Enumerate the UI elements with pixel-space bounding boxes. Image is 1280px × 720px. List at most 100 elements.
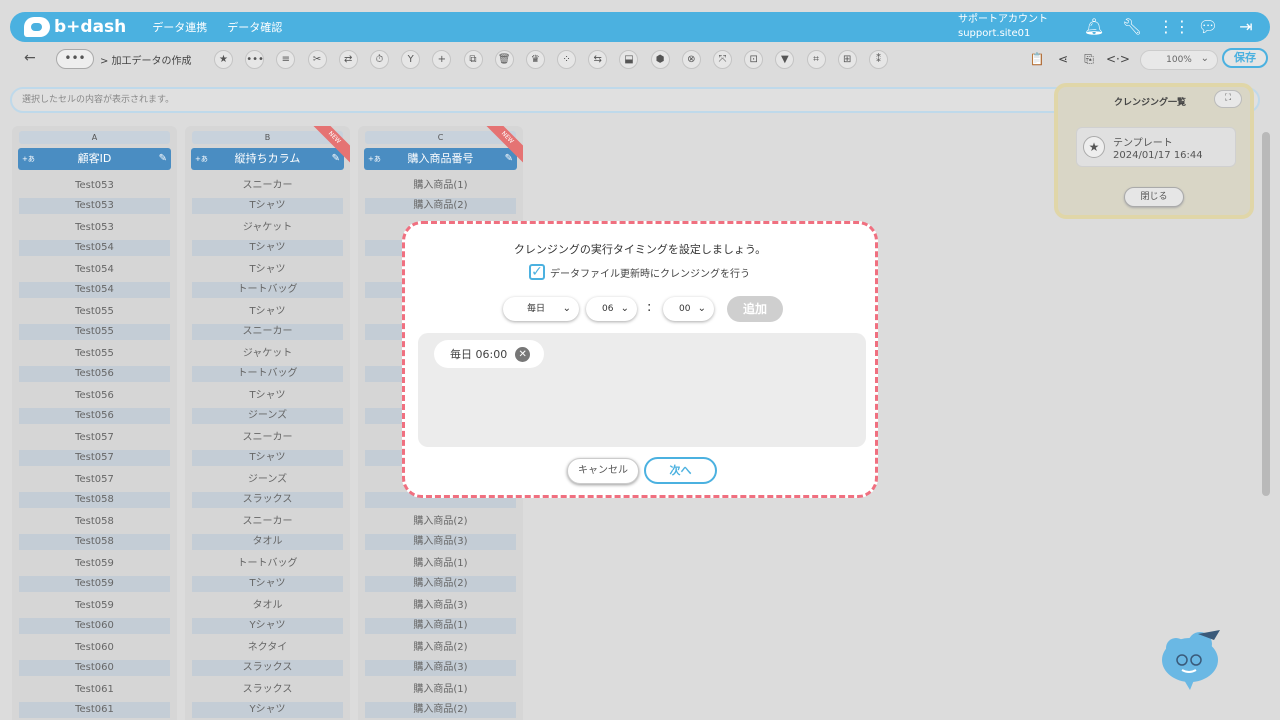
table-cell[interactable]: 購入商品(2): [365, 702, 516, 720]
table-cell[interactable]: Test058: [19, 534, 170, 554]
table-cell[interactable]: Test059: [19, 576, 170, 596]
table-cell[interactable]: ジーンズ: [192, 470, 343, 490]
tool-button-icon[interactable]: ⧉: [463, 50, 483, 69]
table-cell[interactable]: スラックス: [192, 492, 343, 512]
table-cell[interactable]: Yシャツ: [192, 702, 343, 720]
table-cell[interactable]: Test059: [19, 596, 170, 616]
tool-button-icon[interactable]: ⊞: [837, 50, 857, 69]
chat-icon[interactable]: 💬︎: [1196, 15, 1220, 39]
table-cell[interactable]: Test057: [19, 450, 170, 470]
table-cell[interactable]: タオル: [192, 534, 343, 554]
table-cell[interactable]: 購入商品(1): [365, 680, 516, 700]
table-cell[interactable]: Tシャツ: [192, 450, 343, 470]
table-cell[interactable]: 購入商品(3): [365, 660, 516, 680]
table-cell[interactable]: Tシャツ: [192, 576, 343, 596]
bell-icon[interactable]: 🔔︎: [1082, 15, 1106, 39]
table-cell[interactable]: Test058: [19, 492, 170, 512]
tool-button-icon[interactable]: +: [432, 50, 452, 69]
update-trigger-row[interactable]: ✓ データファイル更新時にクレンジングを行う: [529, 264, 750, 280]
tool-button-icon[interactable]: Y: [401, 50, 421, 69]
clipboard-icon[interactable]: 📋: [1028, 50, 1046, 68]
template-card[interactable]: ★ テンプレート 2024/01/17 16:44: [1076, 127, 1236, 167]
table-cell[interactable]: スラックス: [192, 660, 343, 680]
table-cell[interactable]: 購入商品(3): [365, 596, 516, 616]
tool-button-icon[interactable]: ⊗: [681, 50, 701, 69]
account-info[interactable]: サポートアカウント support.site01: [958, 13, 1048, 41]
tool-button-icon[interactable]: 🗑: [494, 50, 514, 69]
tool-button-icon[interactable]: ♛: [525, 50, 545, 69]
next-button[interactable]: 次へ: [644, 457, 717, 484]
tool-button-icon[interactable]: ⁑: [868, 50, 888, 69]
table-cell[interactable]: スラックス: [192, 680, 343, 700]
table-cell[interactable]: Test055: [19, 344, 170, 364]
tool-button-icon[interactable]: ✂: [307, 50, 327, 69]
tool-button-icon[interactable]: ⌗: [806, 50, 826, 69]
table-cell[interactable]: 購入商品(2): [365, 512, 516, 532]
tool-button-icon[interactable]: •••: [245, 50, 265, 69]
table-cell[interactable]: Tシャツ: [192, 302, 343, 322]
share-icon[interactable]: ⋖: [1054, 50, 1072, 68]
table-cell[interactable]: Test054: [19, 282, 170, 302]
mascot-brain-icon[interactable]: [1160, 626, 1226, 690]
tool-button-icon[interactable]: ≡: [276, 50, 296, 69]
tool-button-icon[interactable]: ⁘: [557, 50, 577, 69]
column-header[interactable]: +あ 縦持ちカラム ✎: [191, 148, 344, 170]
more-button[interactable]: •••: [56, 49, 94, 69]
table-cell[interactable]: Tシャツ: [192, 260, 343, 280]
table-cell[interactable]: Test055: [19, 302, 170, 322]
copy-icon[interactable]: ⎘: [1080, 50, 1098, 68]
table-cell[interactable]: ジーンズ: [192, 408, 343, 428]
table-cell[interactable]: ネクタイ: [192, 638, 343, 658]
hour-select[interactable]: 06 ⌄: [586, 297, 637, 321]
frequency-select[interactable]: 毎日 ⌄: [503, 297, 579, 321]
column-header[interactable]: +あ 購入商品番号 ✎: [364, 148, 517, 170]
table-cell[interactable]: Test053: [19, 218, 170, 238]
update-trigger-checkbox[interactable]: ✓: [529, 264, 545, 280]
table-cell[interactable]: トートバッグ: [192, 366, 343, 386]
tool-button-icon[interactable]: ⇄: [338, 50, 358, 69]
table-cell[interactable]: トートバッグ: [192, 554, 343, 574]
table-cell[interactable]: Test059: [19, 554, 170, 574]
table-cell[interactable]: Test053: [19, 198, 170, 218]
table-cell[interactable]: 購入商品(1): [365, 618, 516, 638]
table-cell[interactable]: Test056: [19, 386, 170, 406]
remove-schedule-icon[interactable]: ✕: [515, 346, 531, 362]
table-cell[interactable]: Test056: [19, 408, 170, 428]
tool-button-icon[interactable]: ⤧: [713, 50, 732, 69]
wrench-icon[interactable]: 🔧︎: [1120, 15, 1144, 39]
add-schedule-button[interactable]: 追加: [727, 296, 783, 322]
table-cell[interactable]: 購入商品(2): [365, 198, 516, 218]
table-cell[interactable]: Test054: [19, 260, 170, 280]
table-cell[interactable]: タオル: [192, 596, 343, 616]
table-cell[interactable]: 購入商品(2): [365, 638, 516, 658]
table-cell[interactable]: Test055: [19, 324, 170, 344]
table-cell[interactable]: 購入商品(1): [365, 554, 516, 574]
tool-button-icon[interactable]: ▼: [775, 50, 795, 69]
tool-button-icon[interactable]: ⊡: [744, 50, 764, 69]
zoom-select[interactable]: 100% ⌄: [1140, 50, 1218, 70]
table-cell[interactable]: ジャケット: [192, 218, 343, 238]
table-cell[interactable]: Test061: [19, 680, 170, 700]
table-cell[interactable]: スニーカー: [192, 324, 343, 344]
code-icon[interactable]: <·>: [1106, 50, 1130, 68]
table-cell[interactable]: Test061: [19, 702, 170, 720]
table-cell[interactable]: Test060: [19, 660, 170, 680]
table-cell[interactable]: トートバッグ: [192, 282, 343, 302]
app-logo[interactable]: b+dash: [24, 17, 126, 37]
table-cell[interactable]: 購入商品(1): [365, 176, 516, 196]
update-trigger-label[interactable]: データファイル更新時にクレンジングを行う: [550, 265, 750, 280]
tool-button-icon[interactable]: ★: [214, 50, 233, 69]
table-cell[interactable]: Tシャツ: [192, 240, 343, 260]
table-cell[interactable]: Tシャツ: [192, 386, 343, 406]
table-cell[interactable]: Test058: [19, 512, 170, 532]
tool-button-icon[interactable]: ⏱: [369, 50, 389, 69]
logout-icon[interactable]: ⇥: [1234, 15, 1258, 39]
vertical-scrollbar[interactable]: [1262, 132, 1270, 496]
tool-button-icon[interactable]: ⬓: [619, 50, 639, 69]
table-cell[interactable]: Test060: [19, 618, 170, 638]
close-panel-button[interactable]: 閉じる: [1124, 187, 1184, 207]
expand-icon[interactable]: ⛶: [1214, 90, 1242, 108]
table-cell[interactable]: Test053: [19, 176, 170, 196]
table-cell[interactable]: Tシャツ: [192, 198, 343, 218]
edit-pencil-icon[interactable]: ✎: [159, 148, 167, 170]
